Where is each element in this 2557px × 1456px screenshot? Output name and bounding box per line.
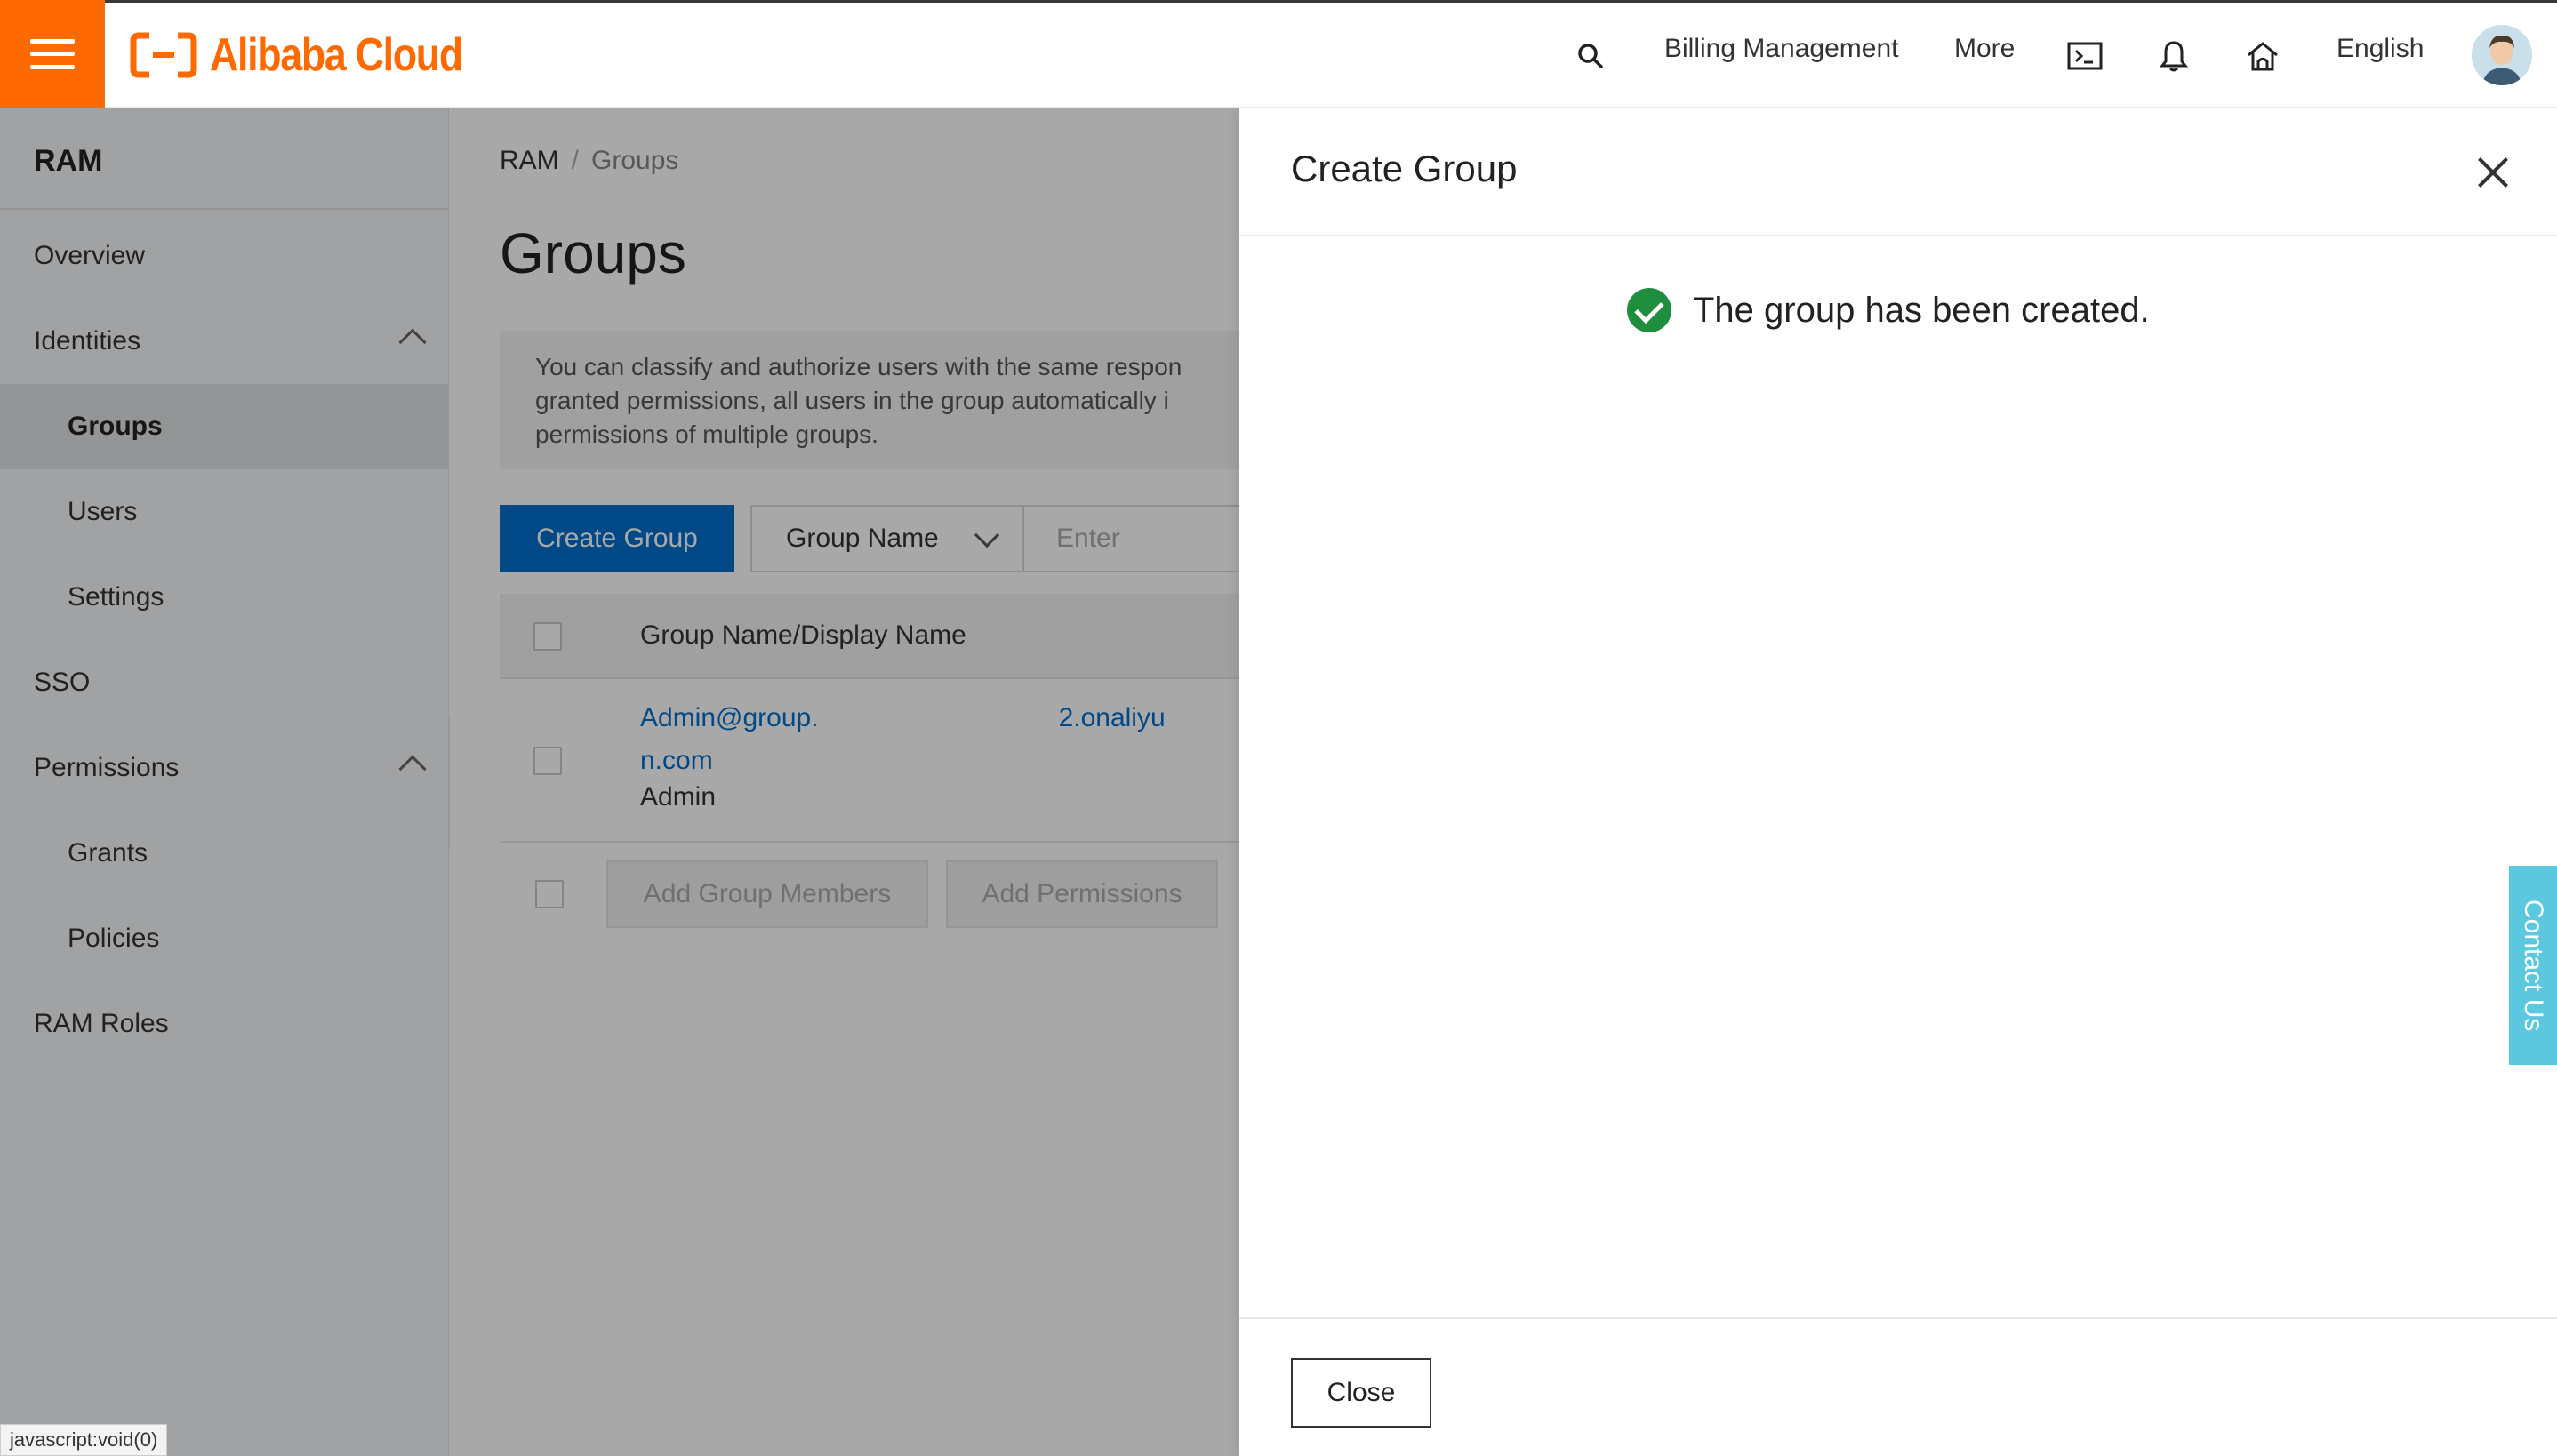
bell-icon [2159,41,2189,72]
close-button[interactable]: Close [1291,1358,1431,1428]
close-icon[interactable] [2473,153,2513,192]
top-navigation-bar: Alibaba Cloud Billing Management More En… [0,0,2557,108]
notifications-button[interactable] [2153,36,2194,76]
status-bar-url: javascript:void(0) [0,1424,168,1456]
drawer-header: Create Group [1239,108,2557,236]
brand-name: Alibaba Cloud [210,29,463,81]
more-menu[interactable]: More [1954,34,2015,64]
alibaba-cloud-logo-icon [130,32,197,78]
contact-us-label: Contact Us [2519,899,2548,1032]
cloud-shell-button[interactable] [2064,36,2105,76]
hamburger-menu-button[interactable] [0,0,105,108]
search-icon [1578,44,1603,68]
drawer-title: Create Group [1291,148,1518,189]
alibaba-cloud-logo[interactable]: Alibaba Cloud [130,29,503,81]
success-message: The group has been created. [1627,288,2150,332]
user-avatar[interactable] [2472,25,2532,85]
check-circle-icon [1627,288,1671,332]
home-icon [2248,42,2278,71]
billing-management-link[interactable]: Billing Management [1664,34,1898,64]
search-button[interactable] [1570,36,1611,76]
create-group-drawer: Create Group The group has been created.… [1239,108,2557,1456]
avatar-icon [2472,25,2532,85]
menu-icon [30,39,75,69]
success-text: The group has been created. [1693,290,2150,330]
modal-backdrop[interactable] [0,108,1239,1456]
contact-us-tab[interactable]: Contact Us [2509,866,2557,1065]
home-button[interactable] [2242,36,2283,76]
drawer-footer: Close [1239,1317,2557,1456]
terminal-icon [2067,42,2103,70]
language-selector[interactable]: English [2337,34,2424,64]
